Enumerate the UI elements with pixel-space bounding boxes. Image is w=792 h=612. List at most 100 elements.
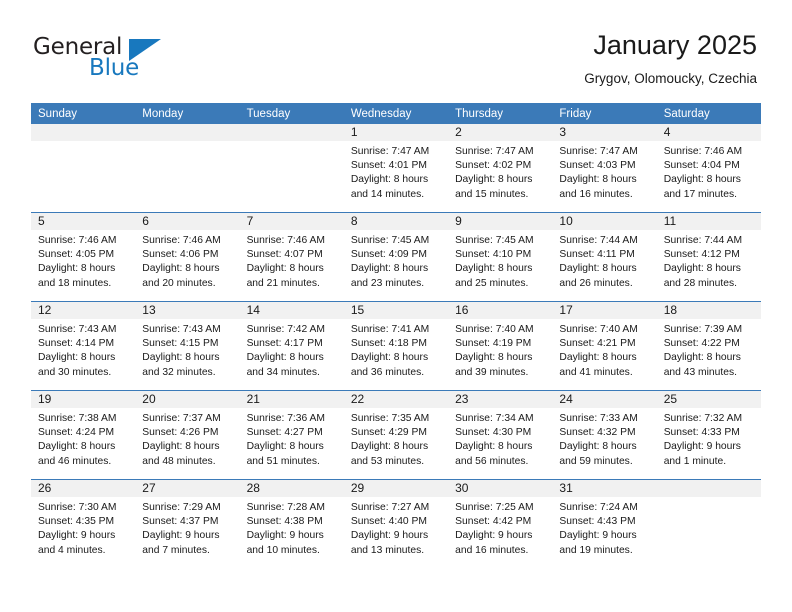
- daylight-duration-line1: Daylight: 9 hours: [455, 530, 533, 542]
- day-sun-info: Sunrise: 7:32 AM Sunset: 4:33 PM Daylight:…: [657, 408, 761, 469]
- sunset-time: Sunset: 4:15 PM: [142, 338, 219, 350]
- daylight-duration-line2: and 4 minutes.: [38, 544, 106, 556]
- sunrise-time: Sunrise: 7:42 AM: [246, 324, 325, 335]
- calendar-day-cell[interactable]: 22 Sunrise: 7:35 AM Sunset: 4:29 PM Dayligh…: [343, 390, 449, 480]
- calendar-day-cell[interactable]: 21 Sunrise: 7:36 AM Sunset: 4:27 PM Dayligh…: [239, 390, 344, 480]
- sunset-time: Sunset: 4:27 PM: [246, 427, 323, 439]
- calendar-day-cell[interactable]: 4 Sunrise: 7:46 AM Sunset: 4:04 PM Daylight…: [656, 124, 761, 213]
- daylight-duration-line2: and 51 minutes.: [246, 455, 320, 467]
- sunset-time: Sunset: 4:32 PM: [559, 427, 636, 439]
- calendar-day-cell[interactable]: 31 Sunrise: 7:24 AM Sunset: 4:43 PM Dayligh…: [552, 479, 657, 568]
- day-sun-info: Sunrise: 7:33 AM Sunset: 4:32 PM Daylight:…: [552, 408, 656, 469]
- daylight-duration-line1: Daylight: 8 hours: [350, 441, 429, 453]
- day-sun-info: Sunrise: 7:41 AM Sunset: 4:18 PM Daylight:…: [344, 319, 448, 380]
- day-cell-inner: 18 Sunrise: 7:39 AM Sunset: 4:22 PM Dayligh…: [656, 302, 761, 390]
- general-blue-logo[interactable]: General Blue: [33, 34, 213, 86]
- sunset-time: Sunset: 4:30 PM: [455, 427, 532, 439]
- sunset-time: Sunset: 4:29 PM: [350, 427, 427, 439]
- day-number: 22: [343, 391, 449, 408]
- sunset-time: Sunset: 4:42 PM: [455, 516, 532, 528]
- calendar-day-cell[interactable]: 15 Sunrise: 7:41 AM Sunset: 4:18 PM Dayligh…: [343, 301, 449, 391]
- calendar-day-cell[interactable]: 10 Sunrise: 7:44 AM Sunset: 4:11 PM Dayligh…: [552, 212, 657, 302]
- day-sun-info: Sunrise: 7:28 AM Sunset: 4:38 PM Daylight:…: [240, 497, 344, 558]
- calendar-day-cell[interactable]: 26 Sunrise: 7:30 AM Sunset: 4:35 PM Dayligh…: [31, 479, 136, 568]
- daylight-duration-line2: and 39 minutes.: [455, 366, 529, 378]
- day-number: [239, 124, 344, 141]
- sunset-time: Sunset: 4:12 PM: [663, 249, 740, 261]
- calendar-day-cell[interactable]: 23 Sunrise: 7:34 AM Sunset: 4:30 PM Dayligh…: [448, 390, 553, 480]
- calendar-day-cell[interactable]: 2 Sunrise: 7:47 AM Sunset: 4:02 PM Daylight…: [448, 124, 553, 213]
- sunrise-time: Sunrise: 7:28 AM: [246, 502, 325, 513]
- daylight-duration-line1: Daylight: 9 hours: [38, 530, 116, 542]
- calendar-day-cell[interactable]: 17 Sunrise: 7:40 AM Sunset: 4:21 PM Dayligh…: [552, 301, 657, 391]
- calendar-header-row: Sunday Monday Tuesday Wednesday Thursday Frid…: [31, 103, 761, 124]
- daylight-duration-line2: and 46 minutes.: [38, 455, 112, 467]
- day-number: 28: [239, 480, 344, 497]
- weekday-header-monday: Monday: [135, 103, 240, 124]
- calendar-day-cell[interactable]: 24 Sunrise: 7:33 AM Sunset: 4:32 PM Dayligh…: [552, 390, 657, 480]
- sunrise-time: Sunrise: 7:46 AM: [142, 235, 221, 246]
- calendar-day-cell[interactable]: 20 Sunrise: 7:37 AM Sunset: 4:26 PM Dayligh…: [135, 390, 240, 480]
- calendar-day-cell[interactable]: 19 Sunrise: 7:38 AM Sunset: 4:24 PM Dayligh…: [31, 390, 136, 480]
- daylight-duration-line2: and 7 minutes.: [142, 544, 210, 556]
- calendar-day-cell-empty: [31, 124, 136, 213]
- day-cell-inner: 24 Sunrise: 7:33 AM Sunset: 4:32 PM Dayligh…: [552, 391, 657, 479]
- calendar-day-cell[interactable]: 1 Sunrise: 7:47 AM Sunset: 4:01 PM Daylight…: [343, 124, 449, 213]
- calendar-day-cell[interactable]: 8 Sunrise: 7:45 AM Sunset: 4:09 PM Daylight…: [343, 212, 449, 302]
- day-number: 12: [31, 302, 136, 319]
- sunset-time: Sunset: 4:38 PM: [246, 516, 323, 528]
- sunrise-time: Sunrise: 7:37 AM: [142, 413, 221, 424]
- calendar-week-row: 12 Sunrise: 7:43 AM Sunset: 4:14 PM Dayligh…: [31, 301, 761, 391]
- calendar-day-cell[interactable]: 7 Sunrise: 7:46 AM Sunset: 4:07 PM Daylight…: [239, 212, 344, 302]
- calendar-day-cell[interactable]: 12 Sunrise: 7:43 AM Sunset: 4:14 PM Dayligh…: [31, 301, 136, 391]
- sunrise-time: Sunrise: 7:35 AM: [350, 413, 430, 424]
- day-sun-info: Sunrise: 7:29 AM Sunset: 4:37 PM Daylight:…: [135, 497, 239, 558]
- sunrise-time: Sunrise: 7:41 AM: [350, 324, 430, 335]
- calendar-day-cell[interactable]: 28 Sunrise: 7:28 AM Sunset: 4:38 PM Dayligh…: [239, 479, 344, 568]
- calendar-day-cell-empty: [135, 124, 240, 213]
- sunset-time: Sunset: 4:26 PM: [142, 427, 219, 439]
- day-sun-info: Sunrise: 7:43 AM Sunset: 4:15 PM Daylight:…: [135, 319, 239, 380]
- calendar-day-cell[interactable]: 5 Sunrise: 7:46 AM Sunset: 4:05 PM Daylight…: [31, 212, 136, 302]
- day-number: 8: [343, 213, 449, 230]
- sunrise-time: Sunrise: 7:47 AM: [455, 146, 534, 157]
- day-number: 31: [552, 480, 657, 497]
- calendar-day-cell[interactable]: 13 Sunrise: 7:43 AM Sunset: 4:15 PM Dayligh…: [135, 301, 240, 391]
- weekday-header-wednesday: Wednesday: [343, 103, 449, 124]
- sunrise-time: Sunrise: 7:46 AM: [246, 235, 325, 246]
- daylight-duration-line2: and 19 minutes.: [559, 544, 633, 556]
- day-cell-inner: 29 Sunrise: 7:27 AM Sunset: 4:40 PM Dayligh…: [343, 480, 449, 568]
- day-sun-info: Sunrise: 7:30 AM Sunset: 4:35 PM Daylight:…: [31, 497, 135, 558]
- calendar-day-cell[interactable]: 27 Sunrise: 7:29 AM Sunset: 4:37 PM Dayligh…: [135, 479, 240, 568]
- day-number: 27: [135, 480, 240, 497]
- calendar-day-cell[interactable]: 3 Sunrise: 7:47 AM Sunset: 4:03 PM Daylight…: [552, 124, 657, 213]
- day-number: 15: [343, 302, 449, 319]
- day-sun-info: Sunrise: 7:35 AM Sunset: 4:29 PM Daylight:…: [344, 408, 448, 469]
- daylight-duration-line1: Daylight: 8 hours: [350, 352, 429, 364]
- calendar-day-cell[interactable]: 29 Sunrise: 7:27 AM Sunset: 4:40 PM Dayligh…: [343, 479, 449, 568]
- day-sun-info: Sunrise: 7:24 AM Sunset: 4:43 PM Daylight:…: [552, 497, 656, 558]
- sunset-time: Sunset: 4:06 PM: [142, 249, 219, 261]
- calendar-day-cell[interactable]: 6 Sunrise: 7:46 AM Sunset: 4:06 PM Daylight…: [135, 212, 240, 302]
- calendar-day-cell[interactable]: 9 Sunrise: 7:45 AM Sunset: 4:10 PM Daylight…: [448, 212, 553, 302]
- daylight-duration-line2: and 10 minutes.: [246, 544, 320, 556]
- calendar-day-cell[interactable]: 18 Sunrise: 7:39 AM Sunset: 4:22 PM Dayligh…: [656, 301, 761, 391]
- calendar-day-cell[interactable]: 30 Sunrise: 7:25 AM Sunset: 4:42 PM Dayligh…: [448, 479, 553, 568]
- day-sun-info: Sunrise: 7:44 AM Sunset: 4:12 PM Daylight:…: [657, 230, 761, 291]
- daylight-duration-line1: Daylight: 8 hours: [559, 263, 637, 275]
- day-number: 3: [552, 124, 657, 141]
- day-cell-inner: 30 Sunrise: 7:25 AM Sunset: 4:42 PM Dayligh…: [448, 480, 553, 568]
- calendar-day-cell[interactable]: 14 Sunrise: 7:42 AM Sunset: 4:17 PM Dayligh…: [239, 301, 344, 391]
- day-cell-inner: [135, 124, 240, 212]
- calendar-day-cell[interactable]: 25 Sunrise: 7:32 AM Sunset: 4:33 PM Dayligh…: [656, 390, 761, 480]
- calendar-day-cell[interactable]: 11 Sunrise: 7:44 AM Sunset: 4:12 PM Dayligh…: [656, 212, 761, 302]
- calendar-day-cell[interactable]: 16 Sunrise: 7:40 AM Sunset: 4:19 PM Dayligh…: [448, 301, 553, 391]
- day-number: 10: [552, 213, 657, 230]
- sunset-time: Sunset: 4:17 PM: [246, 338, 323, 350]
- day-number: 25: [656, 391, 761, 408]
- sunrise-time: Sunrise: 7:45 AM: [455, 235, 534, 246]
- daylight-duration-line1: Daylight: 8 hours: [246, 441, 324, 453]
- daylight-duration-line2: and 48 minutes.: [142, 455, 216, 467]
- day-number: [656, 480, 761, 497]
- weekday-header-tuesday: Tuesday: [239, 103, 344, 124]
